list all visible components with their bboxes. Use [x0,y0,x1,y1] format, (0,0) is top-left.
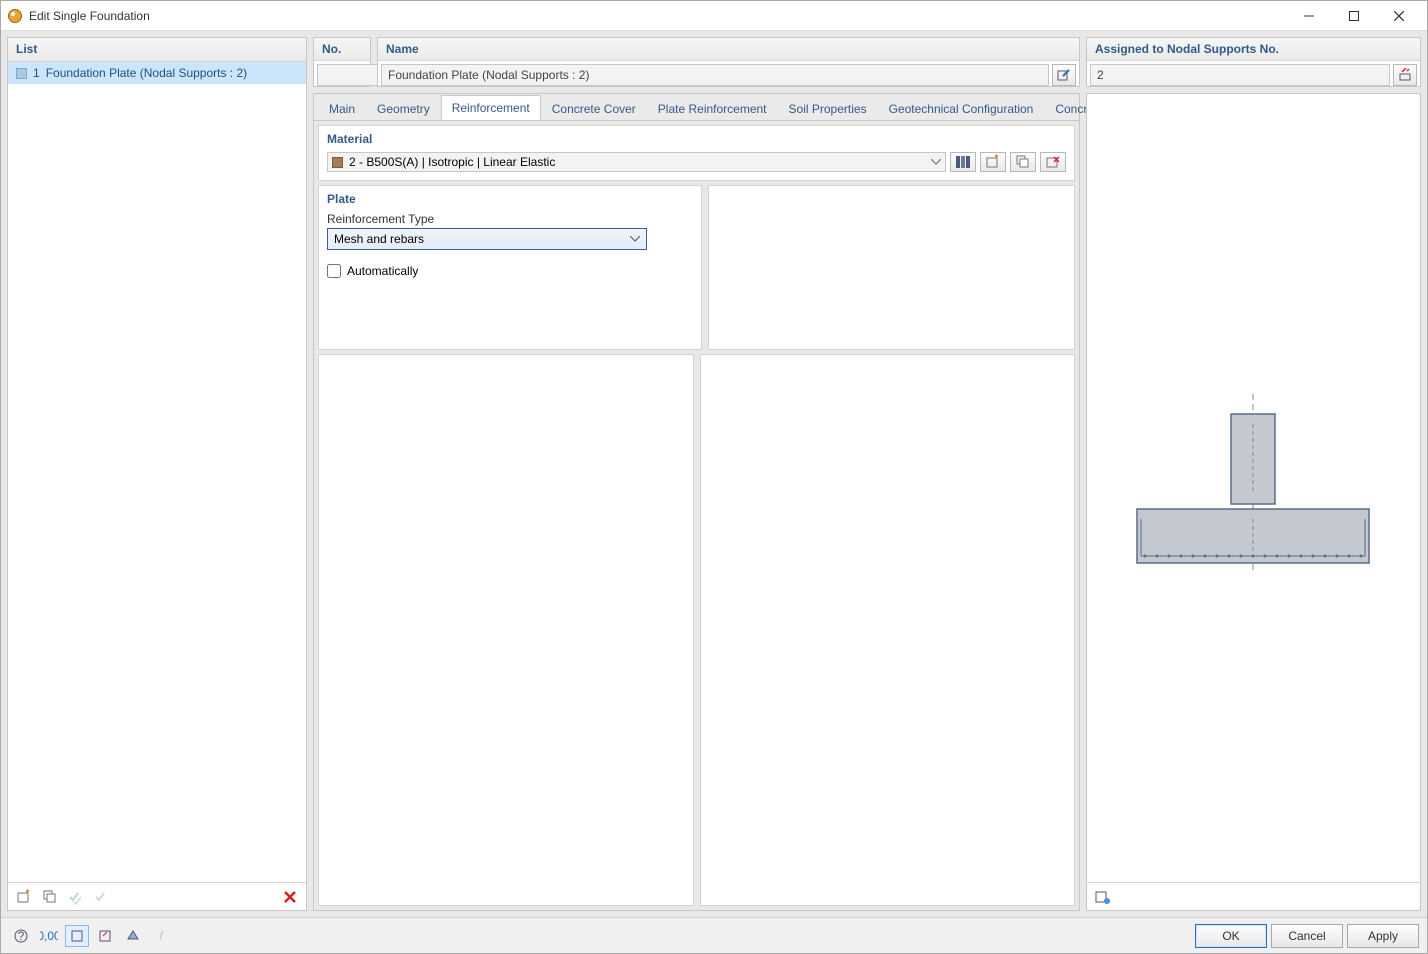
no-panel: No. [313,37,371,87]
chevron-down-icon [630,236,640,242]
list-body: 1 Foundation Plate (Nodal Supports : 2) [8,62,306,882]
list-header: List [8,38,306,62]
material-combo[interactable]: 2 - B500S(A) | Isotropic | Linear Elasti… [327,152,946,172]
check-all-button [64,886,88,908]
material-swatch-icon [332,157,343,168]
tab-strip: Main Geometry Reinforcement Concrete Cov… [314,94,1079,120]
tab-main[interactable]: Main [318,96,366,121]
window-title: Edit Single Foundation [29,9,1286,23]
name-panel: Name [377,37,1080,87]
view-function-button: f [149,925,173,947]
apply-button[interactable]: Apply [1347,924,1419,948]
list-item-label: Foundation Plate (Nodal Supports : 2) [46,66,247,80]
assigned-panel: Assigned to Nodal Supports No. [1086,37,1421,87]
chevron-down-icon [931,159,941,165]
name-input[interactable] [381,64,1049,86]
empty-group-bottom-right [700,354,1076,906]
name-header: Name [378,38,1079,61]
material-library-button[interactable] [950,152,976,172]
tab-soil-properties[interactable]: Soil Properties [778,96,878,121]
automatically-label: Automatically [347,264,418,278]
cancel-button[interactable]: Cancel [1271,924,1343,948]
tab-concrete-cover[interactable]: Concrete Cover [541,96,647,121]
assigned-pick-button[interactable] [1393,64,1417,86]
uncheck-all-button [90,886,114,908]
material-group: Material 2 - B500S(A) | Isotropic | Line… [318,125,1075,181]
tab-geometry[interactable]: Geometry [366,96,441,121]
footer: ? 0,00 f OK Cancel Apply [1,917,1427,953]
delete-item-button[interactable] [278,886,302,908]
new-item-button[interactable] [12,886,36,908]
minimize-button[interactable] [1286,2,1331,30]
view-supports-button[interactable] [121,925,145,947]
tab-plate-reinforcement[interactable]: Plate Reinforcement [647,96,778,121]
assigned-input[interactable] [1090,64,1390,86]
reinforcement-type-select[interactable]: Mesh and rebars [327,228,647,250]
material-delete-button[interactable] [1040,152,1066,172]
list-toolbar [8,882,306,910]
svg-text:f: f [159,929,164,943]
preview-panel [1086,93,1421,911]
list-item-index: 1 [33,66,40,80]
titlebar: Edit Single Foundation [1,1,1427,31]
ok-button[interactable]: OK [1195,924,1267,948]
tab-container: Main Geometry Reinforcement Concrete Cov… [313,93,1080,911]
app-icon [7,8,23,24]
name-edit-button[interactable] [1052,64,1076,86]
view-nav-button[interactable] [93,925,117,947]
material-title: Material [327,132,1066,146]
plate-title: Plate [327,192,693,206]
list-item[interactable]: 1 Foundation Plate (Nodal Supports : 2) [8,62,306,84]
assigned-header: Assigned to Nodal Supports No. [1087,38,1420,61]
tab-geotechnical-config[interactable]: Geotechnical Configuration [878,96,1045,121]
copy-item-button[interactable] [38,886,62,908]
material-copy-button[interactable] [1010,152,1036,172]
preview-options-button[interactable] [1091,886,1115,908]
list-panel: List 1 Foundation Plate (Nodal Supports … [7,37,307,911]
empty-group-top-right [708,185,1076,350]
empty-group-bottom-left [318,354,694,906]
svg-text:?: ? [18,929,25,943]
view-square-button[interactable] [65,925,89,947]
material-new-button[interactable] [980,152,1006,172]
svg-text:0,00: 0,00 [40,929,58,943]
material-value: 2 - B500S(A) | Isotropic | Linear Elasti… [349,155,555,169]
plate-group: Plate Reinforcement Type Mesh and rebars… [318,185,702,350]
automatically-checkbox[interactable] [327,264,341,278]
reinforcement-type-label: Reinforcement Type [327,212,693,226]
tab-reinforcement[interactable]: Reinforcement [441,95,541,121]
close-button[interactable] [1376,2,1421,30]
reinforcement-type-value: Mesh and rebars [334,232,424,246]
units-button[interactable]: 0,00 [37,925,61,947]
preview-area[interactable] [1087,94,1420,882]
list-item-icon [16,68,27,79]
maximize-button[interactable] [1331,2,1376,30]
no-header: No. [314,38,370,61]
help-button[interactable]: ? [9,925,33,947]
